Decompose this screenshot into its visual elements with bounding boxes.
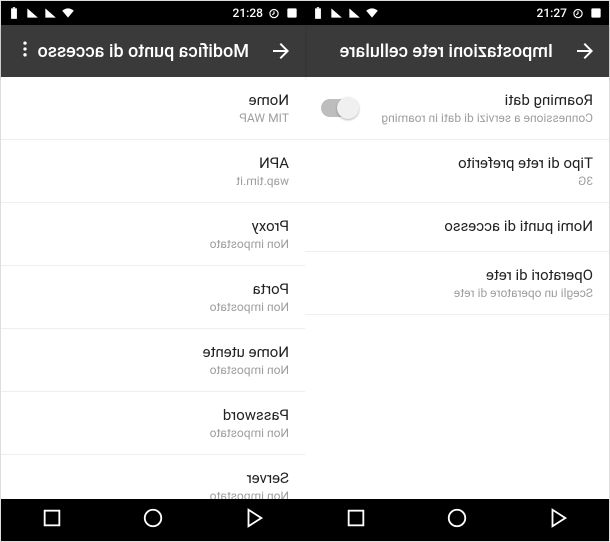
item-password[interactable]: Password Non impostato <box>1 392 305 455</box>
back-button[interactable] <box>573 39 597 63</box>
nav-home[interactable] <box>142 507 164 533</box>
item-apn[interactable]: APN wap.tim.it <box>1 140 305 203</box>
item-primary: Nome <box>239 91 289 109</box>
item-porta[interactable]: Porta Non impostato <box>1 266 305 329</box>
nav-back[interactable] <box>547 507 569 533</box>
app-bar: Impostazioni rete cellulare <box>305 25 609 77</box>
alarm-icon <box>267 6 281 20</box>
right-pane: 21:28 Modifica punto di accesso Nome <box>1 1 305 541</box>
item-secondary: Connessione a servizi di dati in roaming <box>381 111 593 125</box>
wifi-icon <box>61 6 75 20</box>
nav-bar <box>305 499 609 541</box>
item-primary: Nomi punti di accesso <box>444 217 593 235</box>
status-time: 21:28 <box>233 6 263 20</box>
item-nome-utente[interactable]: Nome utente Non impostato <box>1 329 305 392</box>
left-pane: 21:27 Impostazioni rete cellulare Roamin… <box>305 1 609 541</box>
signal-icon <box>43 6 57 20</box>
item-primary: Porta <box>210 280 289 298</box>
item-nome[interactable]: Nome TIM WAP <box>1 77 305 140</box>
signal-icon <box>347 6 361 20</box>
battery-icon <box>7 6 21 20</box>
item-primary: Proxy <box>210 217 289 235</box>
item-primary: APN <box>236 154 289 172</box>
item-secondary: wap.tim.it <box>236 174 289 188</box>
page-title: Modifica punto di accesso <box>37 41 249 62</box>
item-primary: Tipo di rete preferito <box>458 154 593 172</box>
item-operatori[interactable]: Operatori di rete Scegli un operatore di… <box>305 252 609 315</box>
item-primary: Password <box>210 406 289 424</box>
status-bar: 21:27 <box>305 1 609 25</box>
notification-icon <box>589 6 603 20</box>
settings-list-left: Roaming dati Connessione a servizi di da… <box>305 77 609 499</box>
item-tipo-rete[interactable]: Tipo di rete preferito 3G <box>305 140 609 203</box>
status-time: 21:27 <box>537 6 567 20</box>
roaming-toggle[interactable] <box>321 99 357 117</box>
nav-home[interactable] <box>446 507 468 533</box>
status-bar: 21:28 <box>1 1 305 25</box>
signal-icon-2 <box>329 6 343 20</box>
item-roaming-dati[interactable]: Roaming dati Connessione a servizi di da… <box>305 77 609 140</box>
item-secondary: Non impostato <box>210 237 289 251</box>
item-proxy[interactable]: Proxy Non impostato <box>1 203 305 266</box>
notification-icon <box>285 6 299 20</box>
battery-icon <box>311 6 325 20</box>
item-secondary: Non impostato <box>203 363 289 377</box>
item-primary: Server <box>210 469 289 487</box>
nav-bar <box>1 499 305 541</box>
item-secondary: Non impostato <box>210 489 289 499</box>
overflow-menu[interactable] <box>13 39 37 63</box>
nav-back[interactable] <box>243 507 265 533</box>
page-title: Impostazioni rete cellulare <box>317 41 553 62</box>
item-secondary: Scegli un operatore di rete <box>454 286 593 300</box>
item-secondary: 3G <box>458 174 593 188</box>
item-apn[interactable]: Nomi punti di accesso <box>305 203 609 252</box>
item-primary: Roaming dati <box>381 91 593 109</box>
item-primary: Nome utente <box>203 343 289 361</box>
back-button[interactable] <box>269 39 293 63</box>
nav-recent[interactable] <box>345 507 367 533</box>
alarm-icon <box>571 6 585 20</box>
settings-list-right: Nome TIM WAP APN wap.tim.it Proxy Non im… <box>1 77 305 499</box>
signal-icon-2 <box>25 6 39 20</box>
item-server[interactable]: Server Non impostato <box>1 455 305 499</box>
wifi-icon <box>365 6 379 20</box>
item-primary: Operatori di rete <box>454 266 593 284</box>
item-secondary: Non impostato <box>210 300 289 314</box>
item-secondary: Non impostato <box>210 426 289 440</box>
app-bar: Modifica punto di accesso <box>1 25 305 77</box>
item-secondary: TIM WAP <box>239 111 289 125</box>
nav-recent[interactable] <box>41 507 63 533</box>
